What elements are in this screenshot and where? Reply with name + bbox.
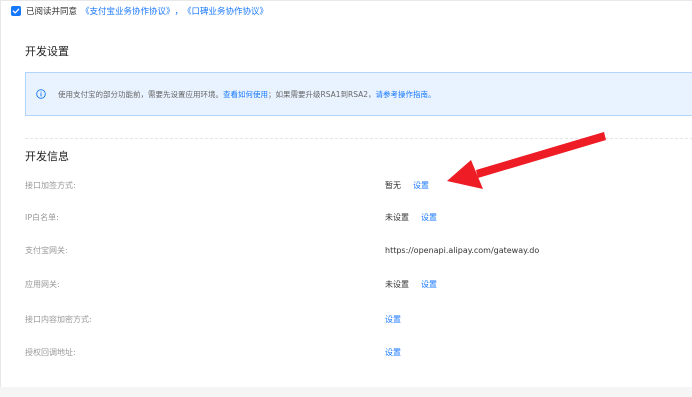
alert-text-middle: ；如果需要升级RSA1到RSA2，	[268, 89, 376, 99]
info-label: 接口内容加密方式:	[25, 315, 92, 324]
alert-text-before: 使用支付宝的部分功能前，需要先设置应用环境。	[58, 89, 223, 99]
info-alert: 使用支付宝的部分功能前，需要先设置应用环境。 查看如何使用 ；如果需要升级RSA…	[25, 72, 692, 116]
agreement-text: 已阅读并同意	[26, 7, 78, 17]
operation-guide-link[interactable]: 请参考操作指南。	[376, 89, 436, 100]
gateway-url: https://openapi.alipay.com/gateway.do	[385, 246, 540, 255]
info-row-sign-method: 接口加签方式: 暂无 设置	[25, 179, 685, 193]
section-divider	[25, 138, 692, 139]
dev-info-title: 开发信息	[25, 150, 69, 163]
info-row-app-gateway: 应用网关: 未设置 设置	[25, 278, 685, 292]
info-label: 接口加签方式:	[25, 181, 76, 190]
dev-settings-title: 开发设置	[25, 45, 69, 58]
info-value: 未设置 设置	[385, 278, 437, 292]
info-status: 未设置	[385, 213, 409, 222]
alipay-agreement-link[interactable]: 《支付宝业务协作协议》	[81, 5, 175, 17]
info-row-content-encryption: 接口内容加密方式: 设置	[25, 313, 685, 327]
sign-method-set-link[interactable]: 设置	[413, 179, 429, 193]
check-icon	[12, 8, 20, 14]
info-circle-icon	[36, 89, 46, 99]
info-label: 应用网关:	[25, 280, 60, 289]
info-value: 未设置 设置	[385, 211, 437, 225]
info-value: 设置	[385, 346, 401, 360]
agreement-row: 已阅读并同意 《支付宝业务协作协议》 ， 《口碑业务协作协议》	[11, 4, 268, 18]
page: 已阅读并同意 《支付宝业务协作协议》 ， 《口碑业务协作协议》 开发设置 使用支…	[0, 0, 692, 397]
agreement-checkbox[interactable]	[11, 6, 21, 16]
info-status: 暂无	[385, 181, 401, 190]
info-label: 支付宝网关:	[25, 246, 68, 255]
app-settings-card: 已阅读并同意 《支付宝业务协作协议》 ， 《口碑业务协作协议》 开发设置 使用支…	[0, 0, 692, 387]
app-gateway-set-link[interactable]: 设置	[421, 278, 437, 292]
info-row-auth-callback: 授权回调地址: 设置	[25, 346, 685, 360]
ip-whitelist-set-link[interactable]: 设置	[421, 211, 437, 225]
info-row-ip-whitelist: IP白名单: 未设置 设置	[25, 211, 685, 225]
auth-callback-set-link[interactable]: 设置	[385, 346, 401, 360]
info-value: 设置	[385, 313, 401, 327]
koubei-agreement-link[interactable]: 《口碑业务协作协议》	[183, 5, 268, 17]
content-encryption-set-link[interactable]: 设置	[385, 313, 401, 327]
info-label: 授权回调地址:	[25, 348, 76, 357]
info-status: 未设置	[385, 280, 409, 289]
agreement-separator: ，	[174, 7, 184, 17]
info-row-alipay-gateway: 支付宝网关: https://openapi.alipay.com/gatewa…	[25, 244, 685, 258]
info-value: 暂无 设置	[385, 179, 429, 193]
info-value: https://openapi.alipay.com/gateway.do	[385, 244, 551, 258]
how-to-use-link[interactable]: 查看如何使用	[223, 89, 268, 100]
info-label: IP白名单:	[25, 213, 59, 222]
